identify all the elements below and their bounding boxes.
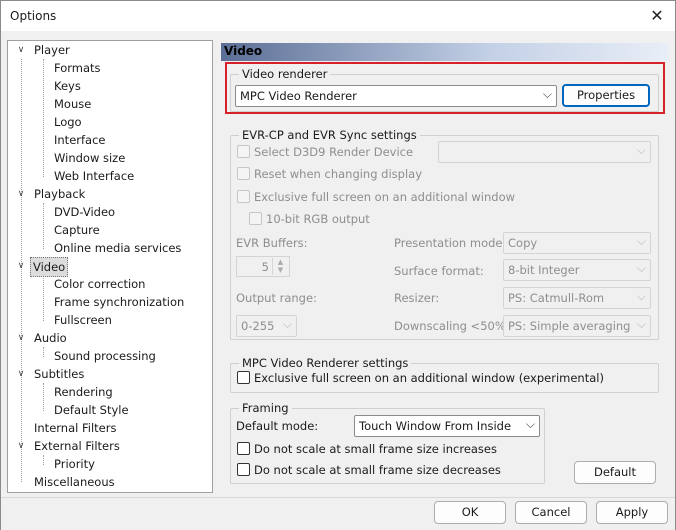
tree-item-frame-synchronization[interactable]: Frame synchronization [52,293,186,311]
tree-item-color-correction[interactable]: Color correction [52,275,147,293]
tree-connector [43,275,44,321]
tree-item-logo[interactable]: Logo [52,113,84,131]
tree-item-fullscreen[interactable]: Fullscreen [52,311,114,329]
chevron-down-icon[interactable]: ∨ [16,185,26,203]
tree-item-priority[interactable]: Priority [52,455,97,473]
evr-settings-legend: EVR-CP and EVR Sync settings [242,128,417,142]
tree-item-default-style[interactable]: Default Style [52,401,131,419]
evr-buffers-spinner[interactable]: 5 ▲ ▼ [236,256,290,277]
rgb10-output-checkbox[interactable]: 10-bit RGB output [249,212,370,228]
close-icon[interactable]: ✕ [647,6,667,26]
tree-item-capture[interactable]: Capture [52,221,102,239]
video-renderer-value: MPC Video Renderer [240,89,357,103]
no-scale-decrease-checkbox[interactable]: Do not scale at small frame size decreas… [237,463,501,479]
tree-item-sound-processing[interactable]: Sound processing [52,347,158,365]
chevron-down-icon: ⌵ [636,261,646,275]
apply-button[interactable]: Apply [596,501,668,524]
chevron-down-icon: ⌵ [636,317,646,331]
chevron-down-icon[interactable]: ∨ [16,437,26,455]
select-d3d9-checkbox[interactable]: Select D3D9 Render Device [237,145,413,161]
presentation-mode-label: Presentation mode: [394,236,507,250]
chevron-down-icon: ⌵ [525,417,535,431]
tree-connector [43,455,44,465]
output-range-label: Output range: [236,291,317,305]
downscaling-select[interactable]: PS: Simple averaging ⌵ [503,315,651,337]
properties-button[interactable]: Properties [562,84,650,107]
chevron-down-icon[interactable]: ∨ [16,41,26,59]
chevron-down-icon[interactable]: ∨ [16,257,26,275]
tree-item-online-media-services[interactable]: Online media services [52,239,183,257]
chevron-down-icon: ⌵ [636,234,646,248]
chevron-down-icon: ⌵ [542,87,552,101]
video-renderer-select[interactable]: MPC Video Renderer ⌵ [235,85,557,107]
tree-item-interface[interactable]: Interface [52,131,108,149]
evr-buffers-value: 5 [261,260,269,274]
mpc-vr-settings-legend: MPC Video Renderer settings [242,356,409,370]
tree-item-dvd-video[interactable]: DVD-Video [52,203,117,221]
video-renderer-legend: Video renderer [242,67,328,81]
surface-format-select[interactable]: 8-bit Integer ⌵ [503,259,651,281]
tree-connector [43,203,44,249]
evr-exclusive-fullscreen-checkbox[interactable]: Exclusive full screen on an additional w… [237,190,515,206]
ok-button[interactable]: OK [434,501,506,524]
window-title: Options [10,9,57,23]
chevron-down-icon[interactable]: ∨ [16,365,26,383]
page-title: Video [224,44,263,58]
tree-item-window-size[interactable]: Window size [52,149,127,167]
cancel-button[interactable]: Cancel [515,501,587,524]
tree-item-miscellaneous[interactable]: Miscellaneous [32,473,117,491]
options-dialog: Options ✕ ∨ Player Formats Keys Mouse Lo… [0,0,676,530]
tree-item-internal-filters[interactable]: Internal Filters [32,419,118,437]
default-mode-select[interactable]: Touch Window From Inside ⌵ [354,415,540,437]
page-header: Video [221,43,669,61]
default-button[interactable]: Default [574,461,656,484]
evr-buffers-label: EVR Buffers: [236,236,308,250]
resizer-select[interactable]: PS: Catmull-Rom ⌵ [503,287,651,309]
surface-format-label: Surface format: [394,264,484,278]
tree-connector [43,347,44,357]
tree-item-rendering[interactable]: Rendering [52,383,115,401]
reset-on-display-change-checkbox[interactable]: Reset when changing display [237,167,422,183]
tree-item-mouse[interactable]: Mouse [52,95,93,113]
tree-item-keys[interactable]: Keys [52,77,83,95]
tree-connector [43,383,44,411]
tree-item-web-interface[interactable]: Web Interface [52,167,136,185]
mpc-vr-exclusive-fullscreen-checkbox[interactable]: Exclusive full screen on an additional w… [237,371,604,387]
framing-legend: Framing [242,401,289,415]
tree-connector [43,59,44,177]
no-scale-increase-checkbox[interactable]: Do not scale at small frame size increas… [237,442,497,458]
title-bar: Options ✕ [1,1,675,31]
d3d9-device-select[interactable]: ⌵ [438,141,651,163]
resizer-label: Resizer: [394,291,440,305]
chevron-down-icon[interactable]: ∨ [16,329,26,347]
spin-arrows-icon[interactable]: ▲ ▼ [272,258,288,275]
output-range-select[interactable]: 0-255 ⌵ [236,315,297,337]
tree-item-formats[interactable]: Formats [52,59,103,77]
chevron-down-icon: ⌵ [282,317,292,331]
chevron-down-icon: ⌵ [636,289,646,303]
presentation-mode-select[interactable]: Copy ⌵ [503,232,651,254]
options-tree[interactable]: ∨ Player Formats Keys Mouse Logo Interfa… [7,40,213,493]
chevron-down-icon: ⌵ [636,143,646,157]
default-mode-label: Default mode: [236,419,319,433]
downscaling-label: Downscaling <50%: [394,319,510,333]
